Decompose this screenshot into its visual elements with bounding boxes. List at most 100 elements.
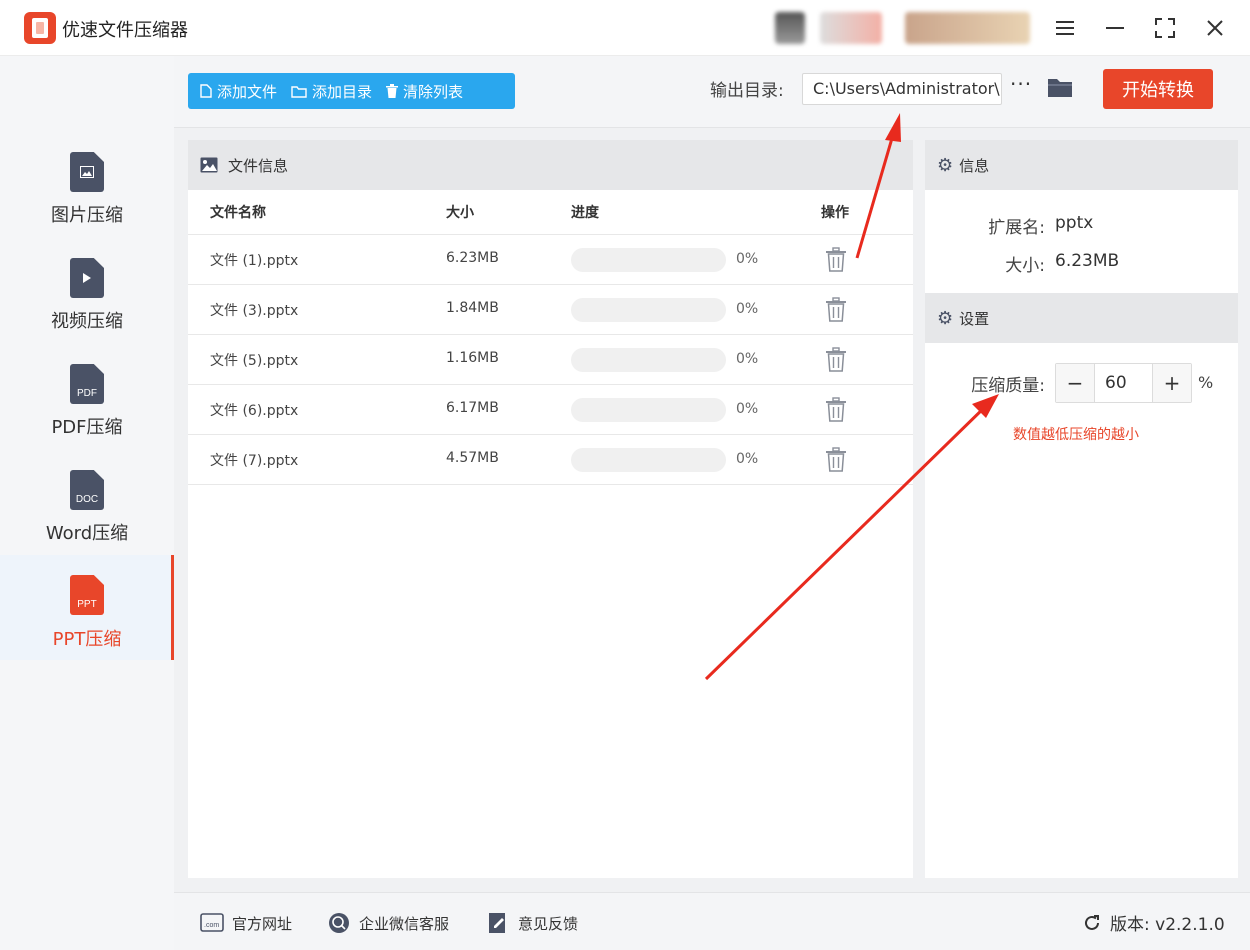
extension-label: 扩展名: [988,218,1045,238]
progress-bar [571,298,726,322]
app-logo [24,12,56,44]
quality-input[interactable]: 60 [1094,364,1153,402]
more-icon[interactable]: ··· [1010,72,1032,96]
trash-icon[interactable] [824,397,848,423]
file-size: 4.57MB [446,450,499,466]
file-size: 1.84MB [446,300,499,316]
quality-stepper: − 60 + [1055,363,1192,403]
pdf-file-icon: PDF [70,364,104,404]
progress-bar [571,398,726,422]
trash-icon[interactable] [824,247,848,273]
table-row[interactable]: 文件 (7).pptx 4.57MB 0% [188,435,913,485]
feedback-link[interactable]: 意见反馈 [486,912,578,934]
maximize-icon[interactable] [1147,10,1183,46]
table-row[interactable]: 文件 (1).pptx 6.23MB 0% [188,235,913,285]
trash-icon[interactable] [824,347,848,373]
output-dir-label: 输出目录: [710,81,784,101]
file-size: 1.16MB [446,350,499,366]
file-list-panel: 文件信息 文件名称 大小 进度 操作 文件 (1).pptx 6.23MB 0% 文件… [188,140,913,878]
settings-panel-header: ⚙ 设置 [925,293,1238,343]
file-panel-title: 文件信息 [228,156,289,175]
file-action-group: 添加文件 添加目录 清除列表 [188,73,515,109]
blurred-user-name [905,12,1030,44]
file-icon [200,84,212,98]
refresh-icon[interactable] [1082,913,1102,933]
footer: .com 官方网址 企业微信客服 意见反馈 版本: v2.2.1.0 [174,892,1250,950]
clear-list-label: 清除列表 [403,82,464,101]
increase-button[interactable]: + [1153,364,1191,402]
close-icon[interactable] [1197,10,1233,46]
table-row[interactable]: 文件 (6).pptx 6.17MB 0% [188,385,913,435]
version-text: 版本: v2.2.1.0 [1110,915,1225,935]
size-label: 大小: [1005,256,1045,276]
svg-text:.com: .com [204,922,219,929]
sidebar: 图片压缩 视频压缩 PDF PDF压缩 DOC Word压缩 PPT PPT压缩 [0,56,174,950]
file-size: 6.17MB [446,400,499,416]
sidebar-item-ppt[interactable]: PPT PPT压缩 [0,555,174,660]
start-convert-button[interactable]: 开始转换 [1103,69,1213,109]
wechat-icon [329,913,349,933]
table-row[interactable]: 文件 (3).pptx 1.84MB 0% [188,285,913,335]
blurred-user-avatar [775,12,805,44]
file-name: 文件 (1).pptx [210,253,299,269]
minimize-icon[interactable] [1097,10,1133,46]
info-panel-header: ⚙ 信息 [925,140,1238,190]
menu-icon[interactable] [1047,10,1083,46]
version-info: 版本: v2.2.1.0 [1082,910,1225,935]
sidebar-item-label: 图片压缩 [51,205,123,226]
progress-bar [571,348,726,372]
file-type-badge: PPT [77,599,97,610]
sidebar-item-word[interactable]: DOC Word压缩 [0,458,174,562]
add-file-label: 添加文件 [217,82,278,101]
sidebar-item-label: PPT压缩 [52,629,122,650]
size-value: 6.23MB [1055,251,1120,271]
sidebar-item-image[interactable]: 图片压缩 [0,140,174,244]
quality-hint: 数值越低压缩的越小 [1013,427,1139,443]
progress-text: 0% [736,401,759,417]
add-folder-label: 添加目录 [312,82,373,101]
progress-text: 0% [736,301,759,317]
column-header-name: 文件名称 [210,205,266,221]
sidebar-item-label: 视频压缩 [51,311,123,332]
sidebar-item-pdf[interactable]: PDF PDF压缩 [0,352,174,456]
file-type-badge: DOC [75,494,99,505]
wechat-support-link[interactable]: 企业微信客服 [327,912,449,934]
settings-panel-title: 设置 [959,309,990,328]
sidebar-item-label: PDF压缩 [51,417,123,438]
file-name: 文件 (7).pptx [210,453,299,469]
column-header-size: 大小 [446,205,474,221]
open-folder-icon[interactable] [1047,76,1073,98]
output-dir-field[interactable]: C:\Users\Administrator\ [802,73,1002,105]
gear-icon: ⚙ [937,154,954,176]
doc-file-icon: DOC [70,470,104,510]
video-file-icon [70,258,104,298]
info-panel: ⚙ 信息 扩展名: pptx 大小: 6.23MB ⚙ 设置 压缩质量: − 6… [925,140,1238,878]
progress-bar [571,448,726,472]
file-panel-header: 文件信息 [188,140,913,190]
ppt-file-icon: PPT [70,575,104,615]
sidebar-item-label: Word压缩 [45,523,129,544]
feedback-icon [489,913,505,933]
decrease-button[interactable]: − [1056,364,1094,402]
trash-icon[interactable] [824,447,848,473]
trash-icon [386,84,399,98]
progress-text: 0% [736,251,759,267]
title-bar: 优速文件压缩器 [0,0,1250,56]
trash-icon[interactable] [824,297,848,323]
blurred-user-avatar [820,12,882,44]
column-header-progress: 进度 [571,205,599,221]
clear-list-button[interactable]: 清除列表 [382,73,473,109]
website-icon: .com [200,913,224,932]
add-file-button[interactable]: 添加文件 [188,73,287,109]
feedback-label: 意见反馈 [518,914,579,933]
gear-icon: ⚙ [937,307,954,329]
file-type-badge: PDF [77,388,97,399]
sidebar-item-video[interactable]: 视频压缩 [0,246,174,350]
file-name: 文件 (6).pptx [210,403,299,419]
file-size: 6.23MB [446,250,499,266]
percent-unit: % [1198,373,1214,392]
add-folder-button[interactable]: 添加目录 [287,73,382,109]
website-link[interactable]: .com 官方网址 [200,912,292,934]
table-row[interactable]: 文件 (5).pptx 1.16MB 0% [188,335,913,385]
website-label: 官方网址 [232,914,293,933]
